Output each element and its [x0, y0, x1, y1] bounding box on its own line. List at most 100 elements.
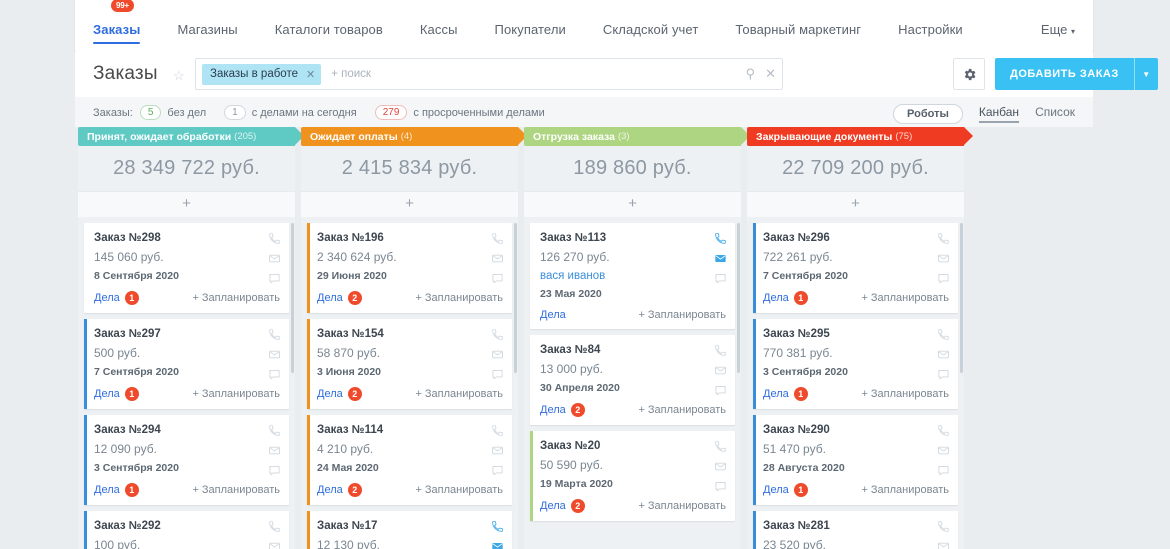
search-input[interactable]: + поиск [331, 68, 745, 80]
order-card[interactable]: Заказ №297 500 руб. 7 Сентября 2020 Дела 1 + … [84, 319, 289, 409]
favorite-star-icon[interactable]: ☆ [173, 69, 187, 83]
nav-item-1[interactable]: Магазины [177, 22, 237, 52]
column-header-1[interactable]: Ожидает оплаты (4) [301, 127, 527, 146]
order-card[interactable]: Заказ №84 13 000 руб. 30 Апреля 2020 Дела 2 +… [530, 335, 735, 425]
column-header-0[interactable]: Принят, ожидает обработки (205) [78, 127, 304, 146]
stats-label: Заказы: [93, 106, 133, 119]
order-card-deals-link[interactable]: Дела [540, 309, 566, 321]
order-card[interactable]: Заказ №28123 520 руб.21 Августа 2020Дела… [753, 511, 958, 549]
column-add-card-button-3[interactable]: + [747, 191, 964, 217]
nav-item-0[interactable]: Заказы 99+ [93, 0, 141, 52]
nav-item-5[interactable]: Складской учет [603, 22, 699, 52]
order-card-plan-link[interactable]: + Запланировать [192, 292, 280, 304]
top-navigation: Заказы 99+ Магазины Каталоги товаров Кассы По… [75, 0, 1093, 52]
order-card-plan-link[interactable]: + Запланировать [415, 484, 503, 496]
nav-item-4[interactable]: Покупатели [495, 22, 566, 52]
stat-count-badge-0[interactable]: 5 [139, 105, 162, 120]
order-card-plan-link[interactable]: + Запланировать [638, 404, 726, 416]
order-card-title: Заказ №297 [94, 328, 161, 340]
column-title: Принят, ожидает обработки [87, 130, 232, 143]
order-card[interactable]: Заказ №294 12 090 руб. 3 Сентября 2020 Дела… [84, 415, 289, 505]
order-card-plan-link[interactable]: + Запланировать [861, 292, 949, 304]
view-tab-1[interactable]: Список [1035, 105, 1075, 123]
column-add-card-button-1[interactable]: + [301, 191, 518, 217]
order-card-deals-link[interactable]: Дела 1 [763, 387, 808, 401]
column-add-card-button-0[interactable]: + [78, 191, 295, 217]
order-card-contact-icons [937, 232, 950, 285]
order-card-deals-link[interactable]: Дела 1 [763, 483, 808, 497]
order-card-amount: 2 340 624 руб. [317, 250, 397, 264]
order-card-customer[interactable]: вася иванов [540, 270, 726, 282]
order-card-plan-link[interactable]: + Запланировать [638, 500, 726, 512]
column-header-3[interactable]: Закрывающие документы (75) [747, 127, 973, 146]
mail-icon[interactable] [714, 252, 727, 265]
phone-icon[interactable] [491, 520, 504, 533]
close-icon[interactable]: ✕ [306, 68, 315, 81]
order-card-deals-link[interactable]: Дела 2 [317, 387, 362, 401]
order-card-plan-link[interactable]: + Запланировать [415, 388, 503, 400]
order-card[interactable]: Заказ №298 145 060 руб. 8 Сентября 2020 Дел… [84, 223, 289, 313]
order-card-plan-link[interactable]: + Запланировать [192, 388, 280, 400]
column-add-card-button-2[interactable]: + [524, 191, 741, 217]
mail-icon[interactable] [491, 540, 504, 549]
order-card-title: Заказ №290 [763, 424, 830, 436]
nav-more-button[interactable]: Еще ▾ [1041, 22, 1075, 37]
order-card[interactable]: Заказ №114 4 210 руб. 24 Мая 2020 Дела 2 + За… [307, 415, 512, 505]
order-card[interactable]: Заказ №292100 руб.31 Августа 2020Дела1+ … [84, 511, 289, 549]
clear-search-icon[interactable]: ✕ [765, 66, 776, 82]
order-card[interactable]: Заказ №296 722 261 руб. 7 Сентября 2020 Дел… [753, 223, 958, 313]
order-card[interactable]: Заказ №295 770 381 руб. 3 Сентября 2020 Дел… [753, 319, 958, 409]
order-stats: Заказы: 5 без дел 1 с делами на сегодня 279 с… [93, 105, 563, 120]
order-card-deals-link[interactable]: Дела 2 [540, 499, 585, 513]
order-card[interactable]: Заказ №196 2 340 624 руб. 29 Июня 2020 Дела… [307, 223, 512, 313]
column-scrollbar-2[interactable] [737, 223, 740, 373]
nav-item-2[interactable]: Каталоги товаров [275, 22, 383, 52]
filter-chip[interactable]: Заказы в работе ✕ [202, 63, 322, 85]
stat-count-badge-1[interactable]: 1 [224, 105, 246, 120]
stat-count-badge-2[interactable]: 279 [374, 105, 408, 120]
nav-item-3[interactable]: Кассы [420, 22, 458, 52]
search-actions: ⚲ ✕ [746, 66, 776, 82]
order-card-plan-link[interactable]: + Запланировать [192, 484, 280, 496]
order-card-deals-link[interactable]: Дела 1 [94, 387, 139, 401]
order-card-footer: Дела 1 + Запланировать [763, 291, 949, 305]
settings-gear-button[interactable] [953, 58, 985, 90]
order-card-title: Заказ №84 [540, 344, 601, 356]
order-card[interactable]: Заказ №154 58 870 руб. 3 Июня 2020 Дела 2 + З… [307, 319, 512, 409]
order-card-title: Заказ №298 [94, 232, 161, 244]
view-tab-0[interactable]: Канбан [978, 105, 1020, 123]
order-card[interactable]: Заказ №113 126 270 руб. вася иванов 23 Мая … [530, 223, 735, 329]
kanban-column-0: Принят, ожидает обработки (205) 28 349 722… [78, 127, 304, 549]
order-card-deals-link[interactable]: Дела 2 [317, 291, 362, 305]
column-title: Закрывающие документы [756, 130, 893, 143]
column-scrollbar-3[interactable] [960, 223, 963, 373]
order-card-deals-link[interactable]: Дела 1 [763, 291, 808, 305]
phone-icon[interactable] [714, 232, 727, 245]
nav-item-6[interactable]: Товарный маркетинг [735, 22, 861, 52]
add-order-button[interactable]: ДОБАВИТЬ ЗАКАЗ ▼ [995, 58, 1158, 90]
order-card-plan-link[interactable]: + Запланировать [861, 388, 949, 400]
search-icon[interactable]: ⚲ [746, 66, 756, 82]
order-card-plan-link[interactable]: + Запланировать [861, 484, 949, 496]
order-card[interactable]: Заказ №290 51 470 руб. 28 Августа 2020 Дела… [753, 415, 958, 505]
phone-icon [269, 425, 280, 436]
order-card-plan-link[interactable]: + Запланировать [415, 292, 503, 304]
order-card[interactable]: Заказ №1712 130 руб.Иванов Иван19 Марта … [307, 511, 512, 549]
add-order-dropdown-caret-icon[interactable]: ▼ [1133, 58, 1158, 90]
order-card-deals-link[interactable]: Дела 2 [540, 403, 585, 417]
column-count: (4) [400, 131, 413, 142]
order-card[interactable]: Заказ №20 50 590 руб. 19 Марта 2020 Дела 2 + … [530, 431, 735, 521]
order-card-deals-link[interactable]: Дела 1 [94, 483, 139, 497]
order-card-deals-link[interactable]: Дела 1 [94, 291, 139, 305]
robots-button[interactable]: Роботы [893, 104, 963, 124]
column-scrollbar-1[interactable] [514, 223, 517, 373]
column-header-2[interactable]: Отгрузка заказа (3) [524, 127, 750, 146]
order-card-deals-link[interactable]: Дела 2 [317, 483, 362, 497]
kanban-column-3: Закрывающие документы (75) 22 709 200 руб.… [747, 127, 973, 549]
order-card-amount: 722 261 руб. [763, 250, 833, 264]
order-card-plan-link[interactable]: + Запланировать [638, 309, 726, 321]
nav-item-7[interactable]: Настройки [898, 22, 963, 52]
column-scrollbar-0[interactable] [291, 223, 294, 373]
mail-icon [269, 446, 280, 455]
search-bar[interactable]: Заказы в работе ✕ + поиск ⚲ ✕ [195, 58, 783, 90]
